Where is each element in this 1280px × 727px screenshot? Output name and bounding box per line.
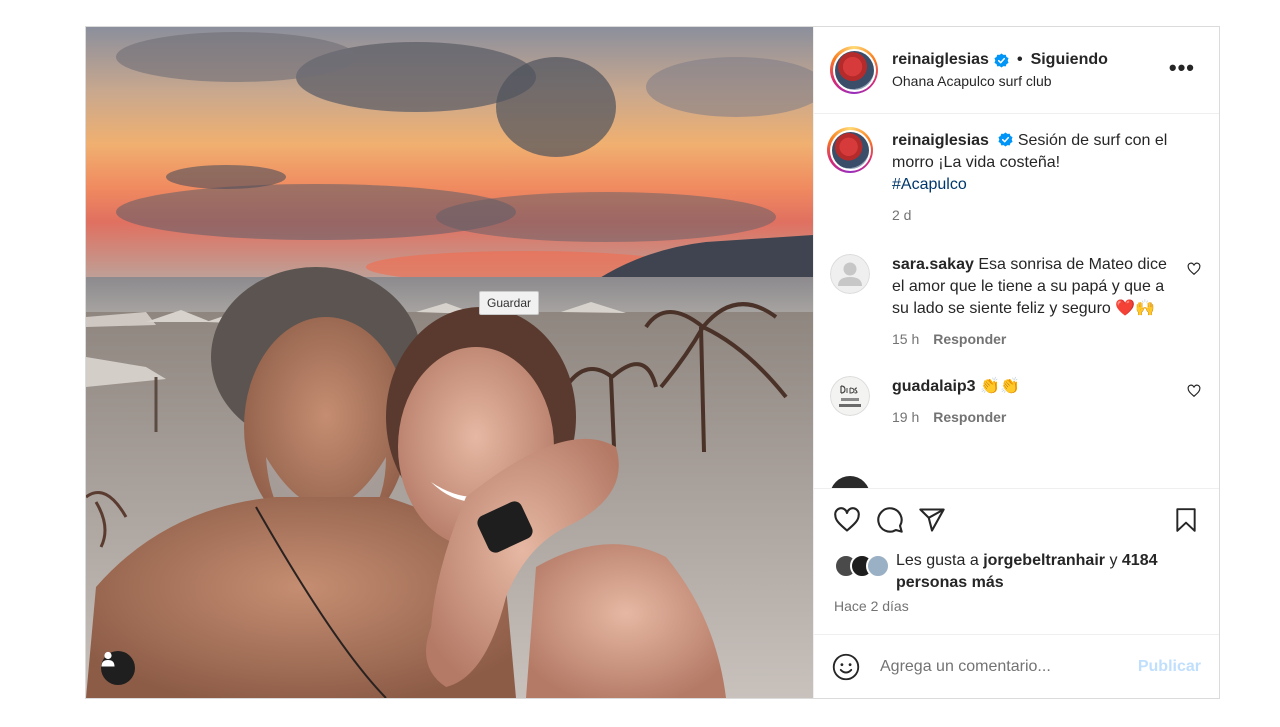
post-date[interactable]: Hace 2 días [814, 594, 1219, 634]
author-avatar[interactable] [830, 46, 878, 94]
user-tag-icon [101, 651, 115, 667]
reply-button[interactable]: Responder [933, 328, 1006, 350]
like-comment-heart-icon[interactable] [1187, 262, 1201, 276]
comment-input[interactable] [880, 657, 1138, 676]
post-header: reinaiglesias • Siguiendo Ohana Acapulco… [814, 27, 1219, 114]
post-actions-bar [814, 488, 1219, 550]
caption: reinaiglesias Sesión de surf con el morr… [827, 127, 1203, 226]
commenter-avatar[interactable] [830, 376, 870, 416]
next-comment-avatar [830, 476, 870, 488]
caption-hashtag[interactable]: #Acapulco [892, 176, 967, 193]
liker-avatars[interactable] [834, 554, 890, 578]
default-avatar-icon[interactable] [830, 254, 870, 294]
comment-item: sara.sakay Esa sonrisa de Mateo dice el … [830, 254, 1203, 350]
add-comment-bar: Publicar [814, 634, 1219, 698]
following-button[interactable]: Siguiendo [1031, 51, 1108, 69]
liker-username[interactable]: jorgebeltranhair [983, 552, 1105, 569]
save-tooltip: Guardar [479, 291, 540, 315]
like-comment-heart-icon[interactable] [1187, 384, 1201, 398]
post-sidebar: reinaiglesias • Siguiendo Ohana Acapulco… [813, 27, 1219, 698]
photo-image [86, 27, 813, 698]
comment-bubble-icon[interactable] [876, 506, 904, 534]
comment-username[interactable]: guadalaip3 [892, 378, 976, 395]
post-container: Guardar reinaiglesias • Siguiendo Ohana … [85, 26, 1220, 699]
save-bookmark-icon[interactable] [1173, 506, 1199, 534]
user-tag-button[interactable] [101, 651, 135, 685]
header-separator: • [1016, 51, 1023, 68]
caption-username[interactable]: reinaiglesias [892, 132, 989, 149]
reply-button[interactable]: Responder [933, 406, 1006, 428]
caption-time[interactable]: 2 d [892, 204, 911, 226]
author-username[interactable]: reinaiglesias [892, 51, 989, 69]
liker-avatar [866, 554, 890, 578]
comment-time[interactable]: 19 h [892, 406, 919, 428]
more-options-icon[interactable]: ••• [1169, 57, 1195, 79]
comment-username[interactable]: sara.sakay [892, 256, 974, 273]
comments-section: reinaiglesias Sesión de surf con el morr… [814, 114, 1219, 488]
like-heart-icon[interactable] [832, 506, 862, 534]
verified-badge-icon [994, 52, 1009, 68]
share-paper-plane-icon[interactable] [918, 506, 946, 534]
emoji-icon[interactable] [832, 653, 860, 681]
caption-avatar[interactable] [827, 127, 873, 173]
comment-item: guadalaip3 👏👏 19 h Responder [830, 376, 1203, 428]
verified-badge-icon [998, 132, 1013, 147]
comment-text: 👏👏 [980, 378, 1020, 395]
likes-prefix: Les gusta a [896, 552, 979, 569]
likes-summary: Les gusta a jorgebeltranhair y 4184 pers… [814, 550, 1219, 594]
post-photo[interactable]: Guardar [86, 27, 813, 698]
likes-connector: y [1109, 552, 1118, 569]
comment-time[interactable]: 15 h [892, 328, 919, 350]
post-location[interactable]: Ohana Acapulco surf club [892, 73, 1108, 89]
publish-button[interactable]: Publicar [1138, 658, 1201, 676]
